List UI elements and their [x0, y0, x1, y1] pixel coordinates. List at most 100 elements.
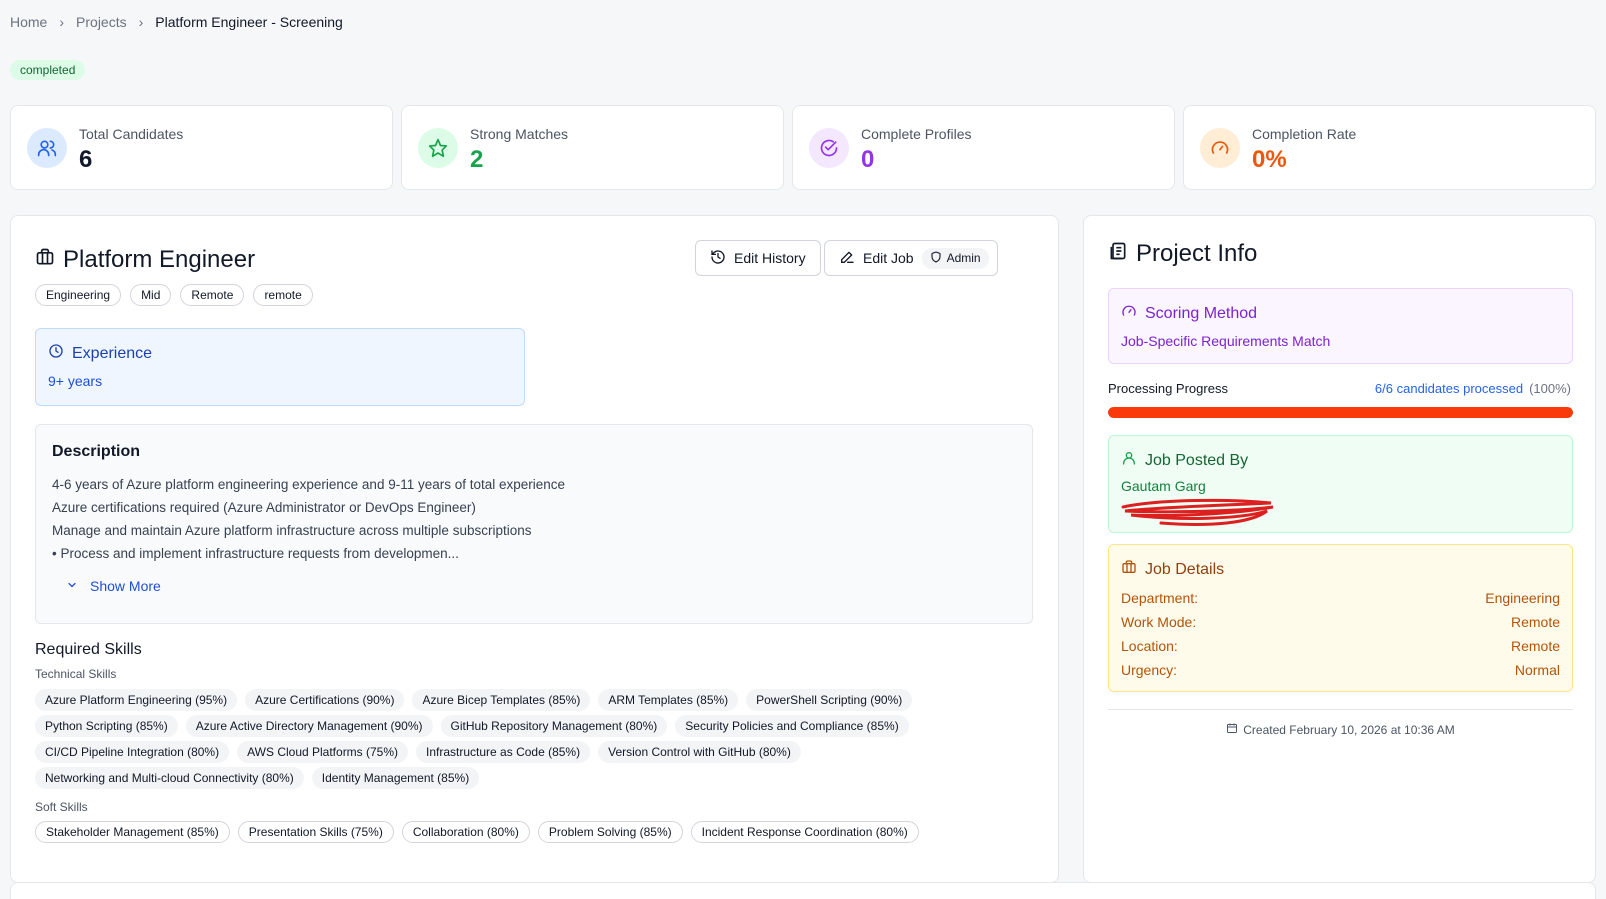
project-info-title-text: Project Info: [1136, 240, 1258, 267]
stat-value: 6: [79, 146, 93, 173]
clock-icon: [48, 343, 64, 364]
star-icon: [418, 128, 458, 168]
breadcrumb: Home › Projects › Platform Engineer - Sc…: [10, 14, 343, 30]
show-more-label: Show More: [90, 578, 161, 594]
stat-label: Completion Rate: [1252, 126, 1357, 142]
detail-value: Engineering: [1485, 590, 1560, 606]
briefcase-icon: [1121, 559, 1137, 580]
job-details-box: Job Details Department: Engineering Work…: [1108, 544, 1573, 692]
job-tag: Mid: [130, 284, 172, 306]
detail-value: Remote: [1510, 638, 1560, 654]
skill-chip: Azure Bicep Templates (85%): [412, 689, 591, 711]
experience-box: Experience 9+ years: [35, 328, 525, 406]
admin-label: Admin: [946, 251, 981, 265]
stat-card-total-candidates: Total Candidates 6: [10, 105, 393, 190]
calendar-icon: [1226, 722, 1238, 737]
shield-icon: [930, 250, 942, 266]
soft-skills-label: Soft Skills: [35, 800, 88, 814]
detail-key: Department:: [1121, 590, 1199, 606]
skill-chip: Identity Management (85%): [311, 767, 480, 789]
created-date-text: Created February 10, 2026 at 10:36 AM: [1243, 722, 1455, 737]
job-tags: Engineering Mid Remote remote: [35, 284, 313, 306]
edit-history-button[interactable]: Edit History: [695, 240, 821, 276]
stat-value: 0: [861, 146, 875, 173]
stat-card-completion-rate: Completion Rate 0%: [1183, 105, 1596, 190]
skill-chip: Security Policies and Compliance (85%): [675, 715, 909, 737]
detail-row-department: Department: Engineering: [1121, 590, 1560, 606]
check-circle-icon: [809, 128, 849, 168]
created-date: Created February 10, 2026 at 10:36 AM: [1108, 709, 1573, 737]
detail-row-urgency: Urgency: Normal: [1121, 662, 1560, 678]
experience-title-text: Experience: [72, 344, 153, 362]
job-tag: Remote: [180, 284, 245, 306]
user-icon: [1121, 450, 1137, 471]
experience-value: 9+ years: [48, 373, 103, 389]
pencil-icon: [839, 249, 855, 268]
skill-chip: Presentation Skills (75%): [237, 821, 394, 843]
skill-chip: Infrastructure as Code (85%): [416, 741, 591, 763]
scoring-method-value: Job-Specific Requirements Match: [1121, 333, 1331, 349]
skill-chip: Azure Active Directory Management (90%): [185, 715, 433, 737]
scoring-method-title-text: Scoring Method: [1145, 304, 1258, 322]
job-title-text: Platform Engineer: [63, 246, 256, 273]
stat-label: Strong Matches: [470, 126, 569, 142]
experience-title: Experience: [48, 343, 152, 364]
breadcrumb-projects[interactable]: Projects: [76, 14, 127, 30]
detail-key: Urgency:: [1121, 662, 1178, 678]
skill-chip: Networking and Multi-cloud Connectivity …: [35, 767, 304, 789]
bottom-panel: [10, 882, 1596, 899]
stat-card-strong-matches: Strong Matches 2: [401, 105, 784, 190]
show-more-button[interactable]: Show More: [66, 578, 161, 594]
admin-badge: Admin: [921, 247, 989, 269]
chevron-right-icon: ›: [138, 14, 144, 30]
breadcrumb-home[interactable]: Home: [10, 14, 47, 30]
description-line: 4-6 years of Azure platform engineering …: [52, 477, 566, 492]
skill-chip: Version Control with GitHub (80%): [598, 741, 801, 763]
processing-progress-status: 6/6 candidates processed (100%): [1375, 381, 1571, 396]
briefcase-icon: [35, 246, 55, 274]
detail-key: Work Mode:: [1121, 614, 1197, 630]
description-box: Description 4-6 years of Azure platform …: [35, 424, 1033, 624]
stat-value: 2: [470, 146, 484, 173]
redacted-email-scribble: [1121, 497, 1281, 534]
job-posted-by-title: Job Posted By: [1121, 450, 1248, 471]
skill-chip: Collaboration (80%): [401, 821, 530, 843]
stat-card-complete-profiles: Complete Profiles 0: [792, 105, 1175, 190]
history-icon: [710, 249, 726, 268]
skill-chip: Azure Certifications (90%): [245, 689, 405, 711]
chevron-right-icon: ›: [59, 14, 65, 30]
detail-row-location: Location: Remote: [1121, 638, 1560, 654]
gauge-icon: [1200, 128, 1240, 168]
skill-chip: Problem Solving (85%): [537, 821, 683, 843]
stat-label: Total Candidates: [79, 126, 184, 142]
description-line: Azure certifications required (Azure Adm…: [52, 500, 476, 515]
detail-row-work-mode: Work Mode: Remote: [1121, 614, 1560, 630]
stat-label: Complete Profiles: [861, 126, 972, 142]
soft-skills-list: Stakeholder Management (85%) Presentation…: [35, 821, 935, 843]
job-tag: Engineering: [35, 284, 122, 306]
description-text: 4-6 years of Azure platform engineering …: [52, 473, 565, 565]
processed-percent: (100%): [1529, 381, 1571, 396]
skill-chip: CI/CD Pipeline Integration (80%): [35, 741, 230, 763]
scoring-method-title: Scoring Method: [1121, 303, 1257, 324]
skill-chip: Stakeholder Management (85%): [35, 821, 230, 843]
description-line: • Process and implement infrastructure r…: [52, 546, 459, 561]
description-line: Manage and maintain Azure platform infra…: [52, 523, 532, 538]
job-tag: remote: [253, 284, 313, 306]
technical-skills-label: Technical Skills: [35, 667, 117, 681]
description-title: Description: [52, 443, 141, 460]
breadcrumb-current: Platform Engineer - Screening: [155, 14, 343, 30]
gauge-icon: [1121, 303, 1137, 324]
processing-progress-label: Processing Progress: [1108, 381, 1228, 396]
required-skills-title: Required Skills: [35, 641, 142, 658]
edit-history-label: Edit History: [734, 250, 806, 266]
technical-skills-list: Azure Platform Engineering (95%) Azure Ce…: [35, 689, 935, 789]
skill-chip: Incident Response Coordination (80%): [690, 821, 919, 843]
edit-job-button[interactable]: Edit Job Admin: [824, 240, 998, 276]
job-posted-by-box: Job Posted By Gautam Garg: [1108, 435, 1573, 533]
status-badge: completed: [10, 60, 86, 80]
skill-chip: PowerShell Scripting (90%): [746, 689, 913, 711]
progress-bar: [1108, 407, 1573, 418]
users-icon: [27, 128, 67, 168]
project-info-title: Project Info: [1108, 240, 1257, 268]
